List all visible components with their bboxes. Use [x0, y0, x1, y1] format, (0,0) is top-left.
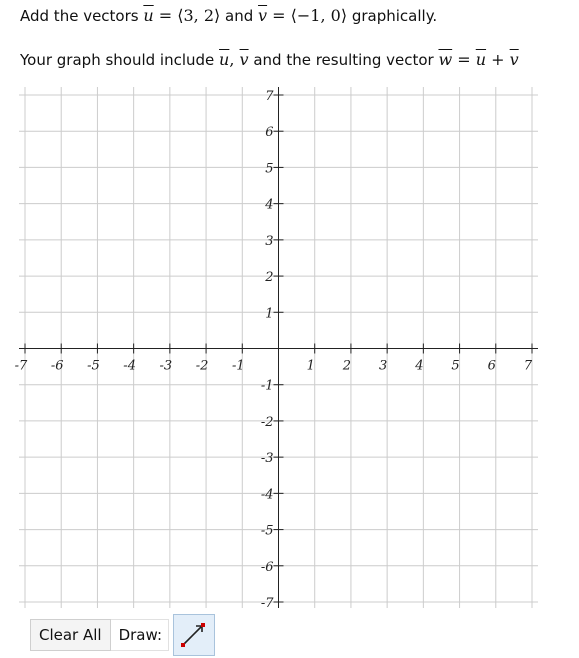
x-tick-label: -4 [123, 359, 136, 374]
y-tick-label: -4 [261, 487, 274, 502]
vector-u-name: u [143, 6, 154, 25]
y-tick-label: -5 [261, 524, 274, 539]
vector-u-name: u [475, 50, 487, 69]
instruction-text: and the resulting vector [248, 51, 439, 69]
instruction-line-2: Your graph should include u, v and the r… [20, 50, 519, 69]
vector-u-expression: u = ⟨3, 2⟩ [143, 6, 220, 25]
y-tick-label: -6 [261, 560, 274, 575]
graph-toolbar: Clear All Draw: [30, 614, 216, 656]
instruction-line-1: Add the vectors u = ⟨3, 2⟩ and v = ⟨−1, … [20, 6, 437, 25]
y-tick-label: 5 [265, 161, 273, 176]
x-tick-label: -3 [160, 359, 173, 374]
y-tick-label: 4 [264, 198, 273, 213]
clear-all-button[interactable]: Clear All [30, 619, 111, 651]
y-tick-label: 7 [265, 89, 274, 104]
y-tick-label: 6 [265, 125, 273, 140]
instruction-text: Add the vectors [20, 7, 144, 25]
vector-v-expression: v = ⟨−1, 0⟩ [258, 6, 347, 25]
equals-sign: = [452, 50, 476, 69]
x-tick-label: -1 [232, 359, 245, 374]
vector-v-value: = ⟨−1, 0⟩ [267, 6, 348, 25]
x-tick-label: 5 [451, 359, 459, 374]
x-tick-label: 2 [342, 359, 351, 374]
vector-u-name: u [219, 50, 230, 69]
vector-u-value: = ⟨3, 2⟩ [153, 6, 221, 25]
vector-v-name: v [509, 50, 519, 69]
y-tick-label: -1 [261, 379, 274, 394]
y-tick-label: -7 [261, 596, 274, 611]
y-tick-label: 3 [265, 234, 273, 249]
vector-v-name: v [258, 6, 268, 25]
instruction-text: and [220, 7, 259, 25]
y-tick-label: -2 [261, 415, 274, 430]
y-tick-label: 2 [264, 270, 273, 285]
x-tick-label: -2 [196, 359, 209, 374]
x-tick-label: 4 [414, 359, 423, 374]
vector-w-name: w [438, 50, 453, 69]
x-tick-label: 1 [307, 359, 315, 374]
x-tick-label: -6 [51, 359, 64, 374]
y-tick-label: -3 [261, 451, 274, 466]
vector-tool-button[interactable] [173, 614, 216, 656]
instruction-text: Your graph should include [20, 51, 220, 69]
plus-sign: + [486, 50, 510, 69]
vector-v-name: v [239, 50, 249, 69]
x-tick-label: 3 [379, 359, 387, 374]
x-tick-label: -7 [15, 359, 28, 374]
draw-label: Draw: [110, 619, 170, 651]
graph-canvas[interactable]: -7 -6 -5 -4 -3 -2 -1 1 2 3 4 5 6 7 7 6 5 4 3 2 1 -1 -2 -3 -4 -5 -6… [0, 80, 579, 612]
x-tick-label: 6 [488, 359, 496, 374]
separator: , [229, 50, 240, 69]
x-tick-label: 7 [524, 359, 533, 374]
x-tick-label: -5 [87, 359, 100, 374]
y-tick-label: 1 [265, 306, 273, 321]
vector-arrow-icon [181, 623, 206, 647]
instruction-text: graphically. [347, 7, 438, 25]
